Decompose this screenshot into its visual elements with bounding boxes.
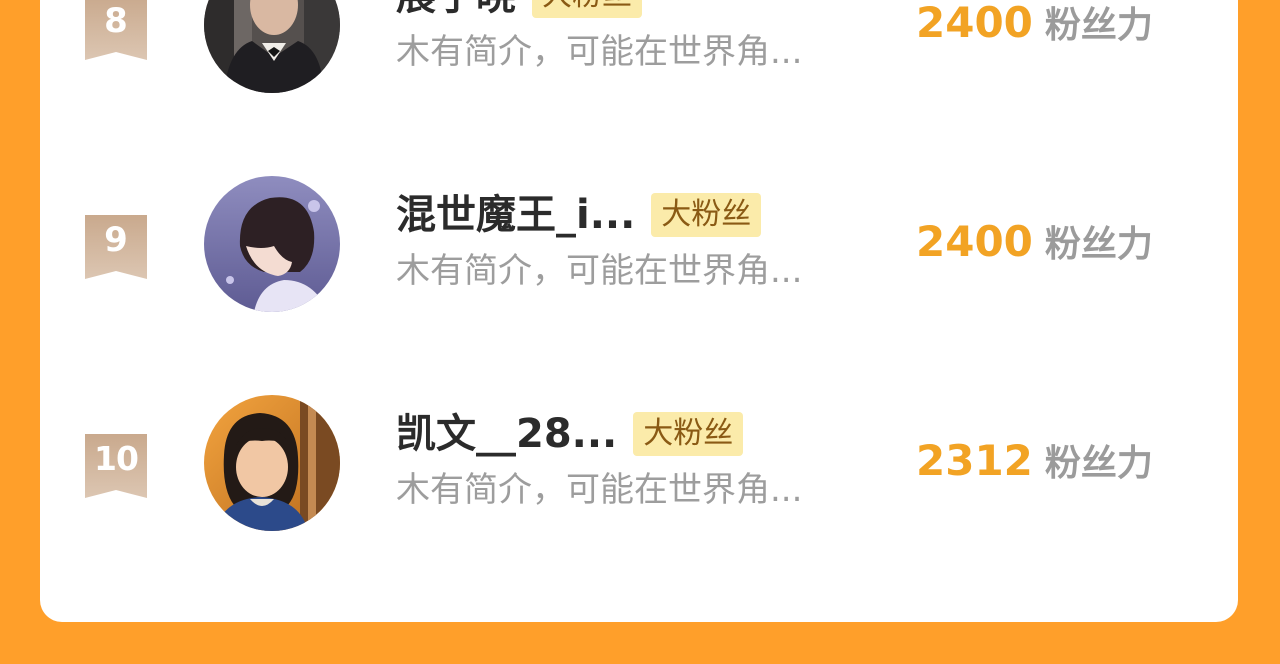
rank-ribbon-icon: 10 (85, 434, 147, 500)
fan-power-value: 2400 (916, 217, 1033, 266)
user-name[interactable]: 混世魔王_i... (396, 190, 635, 240)
fan-level-badge: 大粉丝 (532, 0, 642, 18)
user-bio: 木有简介，可能在世界角... (396, 251, 803, 291)
rank-ribbon-icon: 8 (85, 0, 147, 62)
fan-power-unit: 粉丝力 (1044, 224, 1153, 265)
list-item[interactable]: 10 凯文__28... 大粉丝 木有简介，可能在世界角... 2312 粉丝力 (40, 390, 1238, 531)
avatar[interactable] (204, 395, 340, 531)
fan-level-badge: 大粉丝 (633, 412, 744, 456)
rank-number: 10 (94, 439, 139, 478)
avatar[interactable] (204, 176, 340, 312)
user-bio: 木有简介，可能在世界角... (396, 470, 803, 510)
list-item[interactable]: 9 混世魔王_i... 大粉丝 木有简介，可能在世界角... 2400 粉丝力 (40, 171, 1238, 312)
fan-power: 2400 粉丝力 (916, 0, 1153, 57)
user-name[interactable]: 展子晓 (396, 0, 516, 21)
user-bio: 木有简介，可能在世界角... (396, 32, 803, 72)
fan-power-unit: 粉丝力 (1044, 5, 1153, 46)
user-name-line: 混世魔王_i... 大粉丝 (396, 189, 762, 241)
list-item[interactable]: 8 展子晓 大粉丝 木有简介，可能在世界角... 2400 粉丝力 (40, 0, 1238, 93)
rank-number: 8 (104, 1, 128, 41)
fan-power: 2400 粉丝力 (916, 217, 1153, 276)
rank-ribbon-icon: 9 (85, 215, 147, 281)
fan-power-value: 2400 (916, 0, 1033, 47)
rank-number: 9 (104, 220, 128, 260)
ranking-card: 8 展子晓 大粉丝 木有简介，可能在世界角... 2400 粉丝力 (40, 0, 1238, 622)
fan-level-badge: 大粉丝 (651, 193, 762, 237)
fan-power: 2312 粉丝力 (916, 436, 1153, 495)
user-name-line: 展子晓 大粉丝 (396, 0, 642, 22)
user-name-line: 凯文__28... 大粉丝 (396, 408, 744, 460)
fan-power-unit: 粉丝力 (1044, 443, 1153, 484)
avatar[interactable] (204, 0, 340, 93)
user-name[interactable]: 凯文__28... (396, 409, 617, 459)
fan-power-value: 2312 (916, 436, 1033, 485)
